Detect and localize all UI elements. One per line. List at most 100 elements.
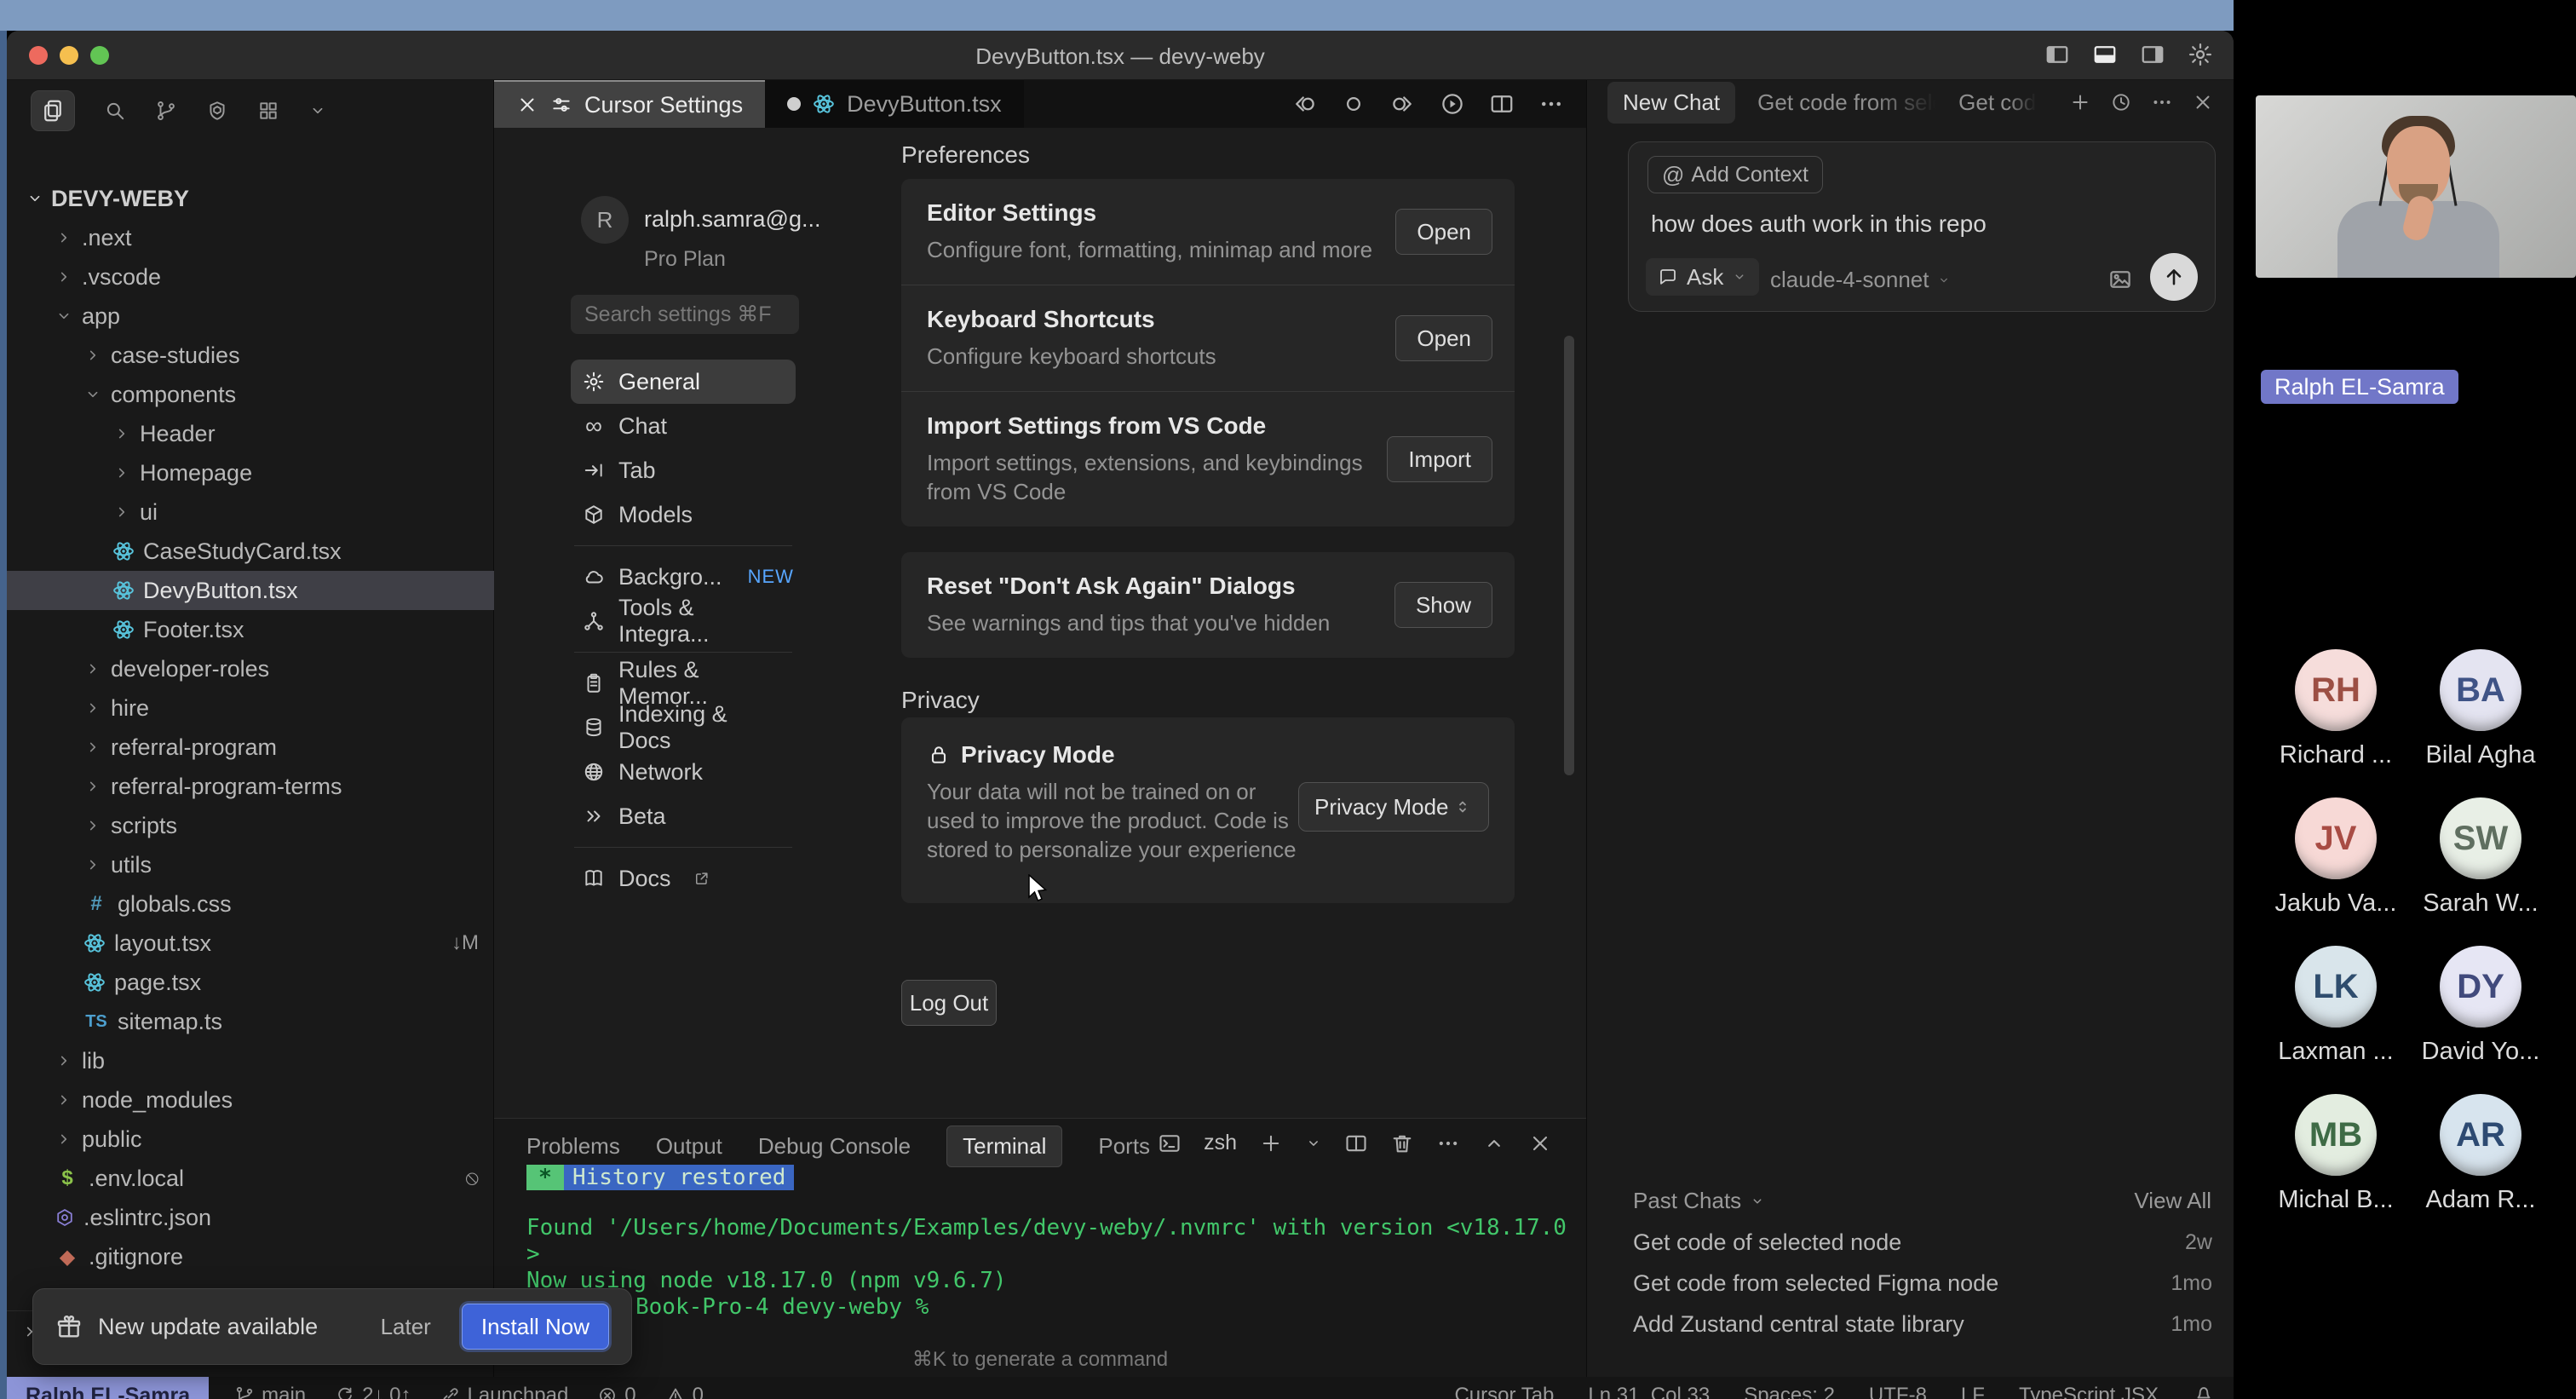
- tree-folder-lib[interactable]: lib: [7, 1041, 494, 1080]
- past-chat-item[interactable]: Get code from selected Figma node1mo: [1633, 1263, 2212, 1304]
- close-icon[interactable]: [516, 94, 538, 116]
- participant-avatar[interactable]: LK: [2295, 946, 2377, 1028]
- run-icon[interactable]: [1440, 91, 1465, 117]
- participant-avatar[interactable]: AR: [2440, 1094, 2521, 1176]
- tree-folder-scripts[interactable]: scripts: [7, 806, 494, 845]
- status-item-spaces-2[interactable]: Spaces: 2: [1744, 1384, 1835, 1399]
- split-editor-icon[interactable]: [1489, 91, 1515, 117]
- more-icon[interactable]: [2151, 91, 2173, 113]
- tab-new-chat[interactable]: New Chat: [1607, 82, 1735, 124]
- settings-nav-backgro-[interactable]: Backgro...NEW: [571, 555, 796, 599]
- tree-file-globals-css[interactable]: #globals.css: [7, 884, 494, 924]
- status-item-sync[interactable]: 2↓ 0↑: [335, 1384, 411, 1399]
- status-item-utf-8[interactable]: UTF-8: [1869, 1384, 1927, 1399]
- status-item-typescript-jsx[interactable]: TypeScript JSX: [2019, 1384, 2159, 1399]
- tree-file--eslintrc-json[interactable]: .eslintrc.json: [7, 1198, 494, 1237]
- participant-avatar[interactable]: DY: [2440, 946, 2521, 1028]
- status-item-lf[interactable]: LF: [1961, 1384, 1985, 1399]
- panel-tab-output[interactable]: Output: [656, 1133, 722, 1160]
- tree-folder-header[interactable]: Header: [7, 414, 494, 453]
- install-now-button[interactable]: Install Now: [462, 1304, 609, 1350]
- tab-devybutton[interactable]: DevyButton.tsx: [765, 80, 1024, 128]
- explorer-root-folder[interactable]: DEVY-WEBY: [7, 179, 494, 218]
- panel-tab-terminal[interactable]: Terminal: [946, 1126, 1062, 1167]
- tree-file--gitignore[interactable]: ◆.gitignore: [7, 1237, 494, 1276]
- tree-folder-hire[interactable]: hire: [7, 688, 494, 728]
- close-icon[interactable]: [2192, 91, 2214, 113]
- past-chat-item[interactable]: Add Zustand central state library1mo: [1633, 1304, 2212, 1344]
- tree-folder-referral-program-terms[interactable]: referral-program-terms: [7, 767, 494, 806]
- settings-nav-tools-integra-[interactable]: Tools & Integra...: [571, 599, 796, 643]
- tree-folder-case-studies[interactable]: case-studies: [7, 336, 494, 375]
- send-button[interactable]: [2150, 253, 2198, 301]
- tab-get-code-from-selection[interactable]: Get code from sele: [1757, 89, 1936, 116]
- terminal-output[interactable]: *History restoredFound '/Users/home/Docu…: [526, 1165, 1557, 1321]
- explorer-view-button[interactable]: [31, 90, 75, 131]
- more-actions-icon[interactable]: [1538, 91, 1564, 117]
- model-selector[interactable]: claude-4-sonnet: [1770, 267, 1951, 293]
- chevron-down-icon[interactable]: [1305, 1135, 1322, 1152]
- log-out-button[interactable]: Log Out: [901, 980, 997, 1026]
- source-control-icon[interactable]: [155, 100, 177, 122]
- chevron-down-icon[interactable]: [308, 101, 327, 120]
- open-button[interactable]: Open: [1395, 209, 1492, 255]
- tree-folder-public[interactable]: public: [7, 1120, 494, 1159]
- past-chat-item[interactable]: Get code of selected node2w: [1633, 1222, 2212, 1263]
- nav-forward-icon[interactable]: [1390, 91, 1416, 117]
- participant-avatar[interactable]: SW: [2440, 797, 2521, 879]
- tree-folder-referral-program[interactable]: referral-program: [7, 728, 494, 767]
- new-chat-icon[interactable]: [2069, 91, 2091, 113]
- panel-tab-ports[interactable]: Ports: [1098, 1133, 1150, 1160]
- more-icon[interactable]: [1436, 1131, 1460, 1155]
- toggle-panel-right-icon[interactable]: [2140, 42, 2165, 67]
- participant-avatar[interactable]: MB: [2295, 1094, 2377, 1176]
- settings-nav-beta[interactable]: Beta: [571, 794, 796, 838]
- show-button[interactable]: Show: [1394, 582, 1492, 628]
- settings-gear-icon[interactable]: [2188, 42, 2213, 67]
- extensions-icon[interactable]: [257, 100, 279, 122]
- settings-nav-docs[interactable]: Docs: [571, 856, 796, 901]
- nav-dot-icon[interactable]: [1341, 91, 1366, 117]
- new-terminal-icon[interactable]: [1259, 1131, 1283, 1155]
- participant-avatar[interactable]: RH: [2295, 649, 2377, 731]
- settings-search-input[interactable]: Search settings ⌘F: [571, 295, 799, 334]
- tree-file-sitemap-ts[interactable]: TSsitemap.ts: [7, 1002, 494, 1041]
- import-button[interactable]: Import: [1387, 436, 1492, 482]
- past-chats-header[interactable]: Past Chats: [1633, 1188, 1765, 1214]
- tab-get-code[interactable]: Get cod: [1958, 89, 2036, 116]
- chat-input-card[interactable]: @ Add Context how does auth work in this…: [1628, 141, 2216, 312]
- tree-file-page-tsx[interactable]: page.tsx: [7, 963, 494, 1002]
- tree-folder-developer-roles[interactable]: developer-roles: [7, 649, 494, 688]
- tree-folder-homepage[interactable]: Homepage: [7, 453, 494, 492]
- tree-folder--next[interactable]: .next: [7, 218, 494, 257]
- tree-folder-node-modules[interactable]: node_modules: [7, 1080, 494, 1120]
- settings-scrollbar[interactable]: [1564, 336, 1574, 775]
- settings-nav-network[interactable]: Network: [571, 750, 796, 794]
- attach-image-icon[interactable]: [2107, 267, 2133, 292]
- add-context-chip[interactable]: @ Add Context: [1647, 156, 1823, 193]
- chat-message-input[interactable]: how does auth work in this repo: [1651, 210, 1987, 238]
- tab-cursor-settings[interactable]: Cursor Settings: [494, 80, 765, 128]
- open-button[interactable]: Open: [1395, 315, 1492, 361]
- shield-icon[interactable]: [206, 100, 228, 122]
- participant-avatar[interactable]: BA: [2440, 649, 2521, 731]
- trash-icon[interactable]: [1390, 1131, 1414, 1155]
- participant-avatar[interactable]: JV: [2295, 797, 2377, 879]
- tree-file-footer-tsx[interactable]: Footer.tsx: [7, 610, 494, 649]
- tree-folder-utils[interactable]: utils: [7, 845, 494, 884]
- settings-nav-models[interactable]: Models: [571, 492, 796, 537]
- nav-back-icon[interactable]: [1291, 91, 1317, 117]
- later-button[interactable]: Later: [365, 1314, 446, 1340]
- view-all-link[interactable]: View All: [2134, 1188, 2211, 1214]
- panel-tab-problems[interactable]: Problems: [526, 1133, 620, 1160]
- close-panel-icon[interactable]: [1528, 1131, 1552, 1155]
- history-icon[interactable]: [2110, 91, 2132, 113]
- settings-nav-chat[interactable]: ∞Chat: [571, 404, 796, 448]
- privacy-mode-select[interactable]: Privacy Mode: [1298, 782, 1489, 832]
- toggle-panel-left-icon[interactable]: [2044, 42, 2070, 67]
- status-item-ln-31-col-33[interactable]: Ln 31, Col 33: [1588, 1384, 1710, 1399]
- tree-folder-components[interactable]: components: [7, 375, 494, 414]
- tree-folder--vscode[interactable]: .vscode: [7, 257, 494, 296]
- tree-folder-app[interactable]: app: [7, 296, 494, 336]
- status-item-cursor-tab[interactable]: Cursor Tab: [1454, 1384, 1554, 1399]
